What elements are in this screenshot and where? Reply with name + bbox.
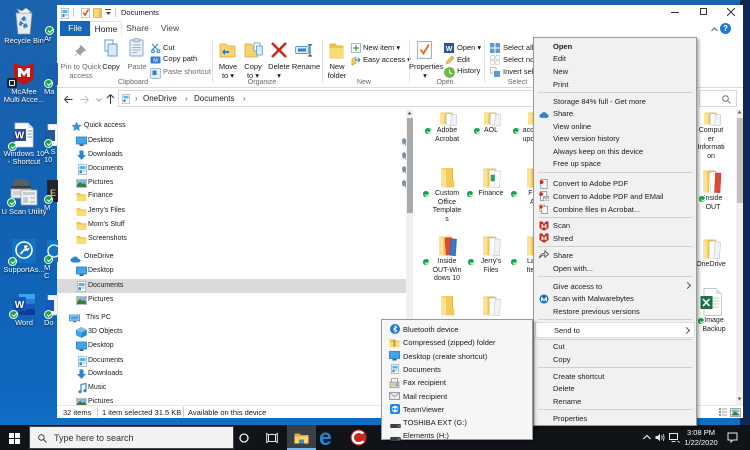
svg-text:W: W bbox=[15, 131, 25, 142]
svg-text:W: W bbox=[15, 300, 25, 311]
svg-text:M: M bbox=[153, 58, 158, 64]
svg-text:W: W bbox=[446, 46, 453, 53]
